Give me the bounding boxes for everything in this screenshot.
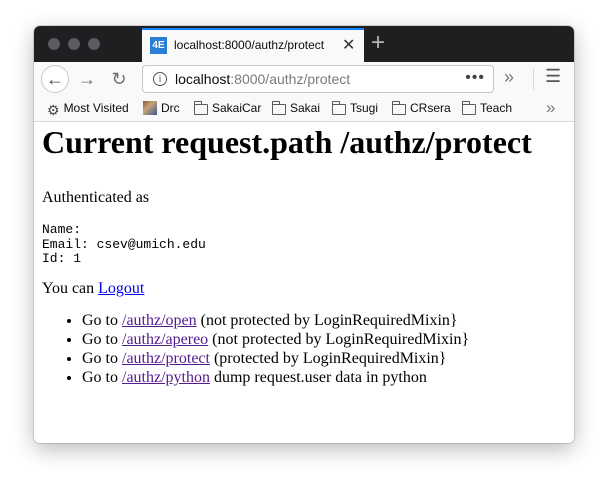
bookmark-most-visited[interactable]: ⚙ Most Visited <box>47 101 129 119</box>
gear-icon: ⚙ <box>47 102 60 118</box>
page-content: Current request.path /authz/protect Auth… <box>34 122 574 443</box>
authenticated-label: Authenticated as <box>42 189 150 206</box>
plus-icon[interactable]: + <box>371 29 385 57</box>
link-authz-python[interactable]: /authz/python <box>122 369 210 386</box>
reload-icon[interactable]: ↻ <box>107 67 131 91</box>
zoom-window-button[interactable] <box>88 38 100 50</box>
folder-icon <box>331 101 346 115</box>
list-item-prefix: Go to <box>82 369 122 386</box>
list-item-suffix: (not protected by LoginRequiredMixin} <box>196 312 458 329</box>
list-item-suffix: dump request.user data in python <box>209 369 427 386</box>
url-bar[interactable]: i localhost:8000/authz/protect ••• <box>142 65 494 93</box>
list-item: Go to /authz/protect (protected by Login… <box>82 349 562 368</box>
minimize-window-button[interactable] <box>68 38 80 50</box>
url-path: :8000/authz/protect <box>230 71 351 87</box>
bookmark-folder-tsugi[interactable]: Tsugi <box>331 101 379 115</box>
link-list: Go to /authz/open (not protected by Logi… <box>42 311 562 387</box>
toolbar-divider <box>533 68 534 90</box>
browser-window: 4E localhost:8000/authz/protect ✕ + ← → … <box>34 26 574 443</box>
bookmarks-toolbar: ⚙ Most Visited Drc SakaiCar Sakai Tsugi C… <box>34 96 574 122</box>
list-item-prefix: Go to <box>82 312 122 329</box>
list-item-suffix: (protected by LoginRequiredMixin} <box>209 350 447 367</box>
link-authz-open[interactable]: /authz/open <box>122 312 197 329</box>
bookmark-drc[interactable]: Drc <box>143 101 180 115</box>
user-info-block: Name: Email: csev@umich.edu Id: 1 <box>42 222 206 266</box>
hamburger-menu-icon[interactable]: ☰ <box>545 66 561 87</box>
folder-icon <box>391 101 406 115</box>
chevron-double-right-icon[interactable]: » <box>546 98 555 118</box>
url-text[interactable]: localhost:8000/authz/protect <box>175 71 350 87</box>
list-item-suffix: (not protected by LoginRequiredMixin} <box>208 331 470 348</box>
close-window-button[interactable] <box>48 38 60 50</box>
page-title: Current request.path /authz/protect <box>42 124 532 160</box>
folder-icon <box>193 101 208 115</box>
folder-icon <box>461 101 476 115</box>
list-item: Go to /authz/python dump request.user da… <box>82 368 562 387</box>
link-authz-protect[interactable]: /authz/protect <box>122 350 210 367</box>
info-icon[interactable]: i <box>153 72 167 86</box>
chevron-double-right-icon[interactable]: » <box>504 67 514 88</box>
bookmark-folder-teach[interactable]: Teach <box>461 101 513 115</box>
bookmark-folder-crsera[interactable]: CRsera <box>391 101 451 115</box>
list-item-prefix: Go to <box>82 350 122 367</box>
bookmark-label: CRsera <box>410 101 451 115</box>
folder-icon <box>271 101 286 115</box>
more-options-icon[interactable]: ••• <box>465 69 485 87</box>
logout-link[interactable]: Logout <box>98 280 144 297</box>
bookmark-folder-sakai[interactable]: Sakai <box>271 101 321 115</box>
navigation-toolbar: ← → ↻ i localhost:8000/authz/protect •••… <box>34 62 574 96</box>
bookmark-label: Sakai <box>290 101 321 115</box>
bookmark-folder-sakaicar[interactable]: SakaiCar <box>193 101 262 115</box>
url-host: localhost <box>175 71 231 87</box>
tab-favicon-icon: 4E <box>150 37 167 54</box>
list-item: Go to /authz/open (not protected by Logi… <box>82 311 562 330</box>
bookmark-label: Teach <box>480 101 513 115</box>
bookmark-label: Drc <box>161 101 180 115</box>
back-arrow-icon[interactable]: ← <box>41 65 69 93</box>
tab-title: localhost:8000/authz/protect <box>174 38 325 52</box>
link-authz-apereo[interactable]: /authz/apereo <box>122 331 208 348</box>
close-icon[interactable]: ✕ <box>342 35 355 55</box>
logout-prefix: You can <box>42 280 99 297</box>
list-item-prefix: Go to <box>82 331 122 348</box>
forward-arrow-icon[interactable]: → <box>75 67 99 91</box>
tab-active[interactable]: 4E localhost:8000/authz/protect ✕ <box>142 28 364 62</box>
bookmark-label: Tsugi <box>350 101 379 115</box>
list-item: Go to /authz/apereo (not protected by Lo… <box>82 330 562 349</box>
bookmark-label: Most Visited <box>63 101 129 115</box>
logout-line: You can Logout <box>42 280 144 298</box>
bookmark-label: SakaiCar <box>212 101 262 115</box>
drc-favicon-icon <box>143 101 157 115</box>
title-bar: 4E localhost:8000/authz/protect ✕ + <box>34 26 574 62</box>
